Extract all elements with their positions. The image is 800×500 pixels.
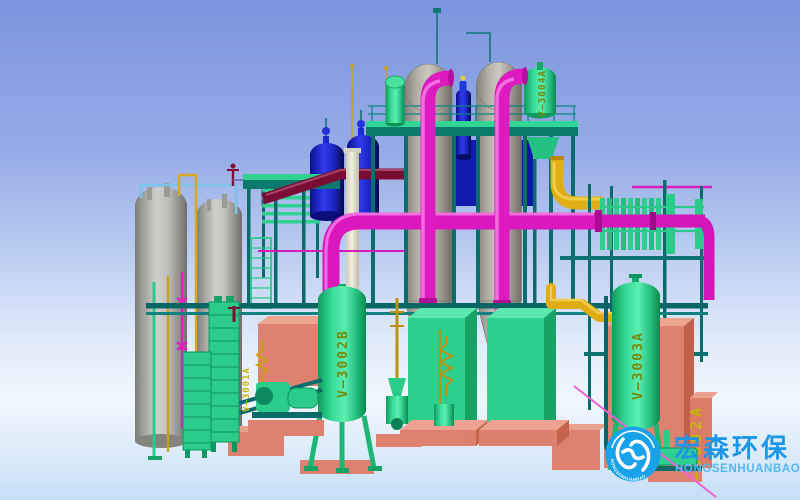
company-name-en: HONGSENHUANBAO (675, 463, 800, 475)
tank-1-body (135, 204, 187, 442)
green-box-2 (479, 308, 569, 446)
plant-scene: V—3004A (0, 0, 800, 500)
watermark-logo: HONGSENHUANBAO 宏森环保 HONGSENHUANBAO (606, 427, 800, 483)
human-figure-icon (460, 75, 467, 91)
company-name-cn: 宏森环保 (674, 433, 790, 464)
cad-3d-plant-render: V—3004A (0, 0, 800, 500)
label-v3002b: V—3002B (336, 329, 351, 398)
mint-cylinder-small (386, 76, 405, 127)
label-v3001a: V—3001A (242, 367, 252, 412)
label-v3003a: V—3003A (631, 331, 646, 400)
label-v3004a: V—3004A (537, 70, 548, 117)
